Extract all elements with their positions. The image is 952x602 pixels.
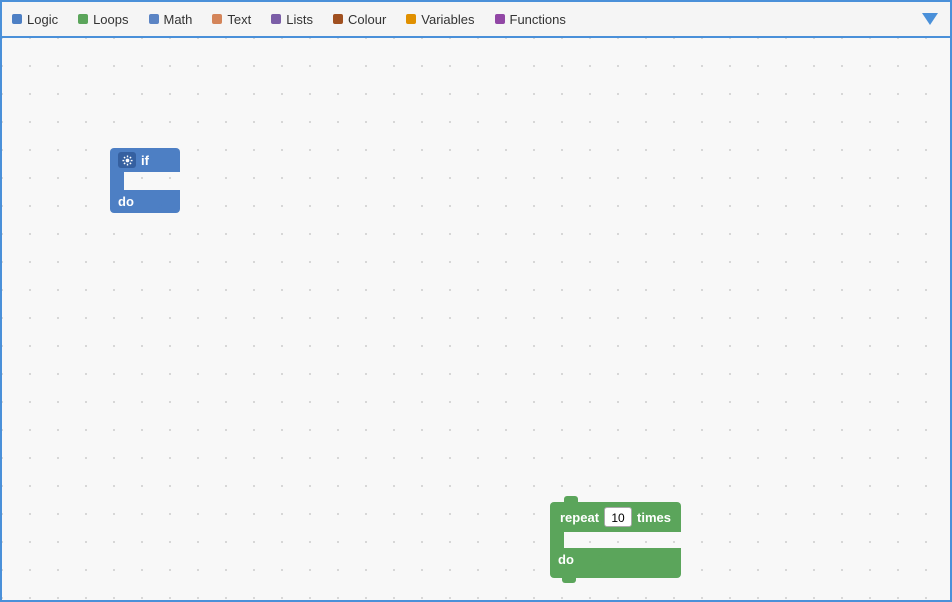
do-label: do (118, 194, 134, 209)
if-label: if (141, 153, 149, 168)
repeat-label: repeat (560, 510, 599, 525)
lists-label: Lists (286, 12, 313, 27)
if-block-middle (110, 172, 180, 190)
lists-dot (271, 14, 281, 24)
if-block-header: if (110, 148, 180, 172)
math-dot (149, 14, 159, 24)
toolbar-variables[interactable]: Variables (396, 2, 484, 36)
text-label: Text (227, 12, 251, 27)
gear-icon (118, 152, 136, 168)
toolbar-functions[interactable]: Functions (485, 2, 576, 36)
variables-dot (406, 14, 416, 24)
colour-dot (333, 14, 343, 24)
logic-label: Logic (27, 12, 58, 27)
loops-label: Loops (93, 12, 128, 27)
dropdown-arrow-icon[interactable] (922, 13, 938, 25)
repeat-block-header: repeat 10 times (550, 502, 681, 532)
canvas-area[interactable]: if do repeat 10 times (2, 38, 950, 600)
loops-dot (78, 14, 88, 24)
toolbar-colour[interactable]: Colour (323, 2, 396, 36)
repeat-do-label: do (558, 552, 574, 567)
if-left-bar (110, 172, 124, 190)
toolbar-loops[interactable]: Loops (68, 2, 138, 36)
toolbar-lists[interactable]: Lists (261, 2, 323, 36)
repeat-block-do: do (550, 548, 681, 571)
functions-dot (495, 14, 505, 24)
toolbar-logic[interactable]: Logic (2, 2, 68, 36)
math-label: Math (164, 12, 193, 27)
toolbar-math[interactable]: Math (139, 2, 203, 36)
repeat-block[interactable]: repeat 10 times do (550, 496, 681, 578)
toolbar: Logic Loops Math Text Lists Colour Varia… (2, 2, 950, 38)
logic-dot (12, 14, 22, 24)
variables-label: Variables (421, 12, 474, 27)
app-container: Logic Loops Math Text Lists Colour Varia… (0, 0, 952, 602)
toolbar-text[interactable]: Text (202, 2, 261, 36)
repeat-bottom-bar (550, 571, 681, 578)
text-dot (212, 14, 222, 24)
colour-label: Colour (348, 12, 386, 27)
repeat-block-middle (550, 532, 681, 548)
repeat-number-input[interactable]: 10 (604, 507, 632, 527)
functions-label: Functions (510, 12, 566, 27)
times-label: times (637, 510, 671, 525)
if-block[interactable]: if do (110, 148, 180, 213)
if-block-do: do (110, 190, 180, 213)
repeat-left-bar (550, 532, 564, 548)
if-inner-gap (124, 172, 180, 190)
